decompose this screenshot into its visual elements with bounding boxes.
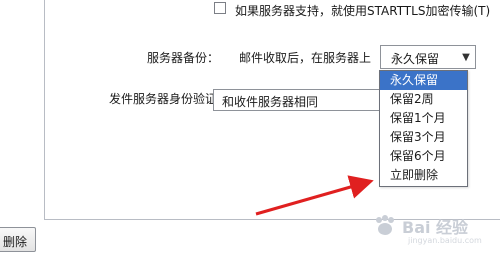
watermark-url: jingyan.baidu.com <box>408 236 482 245</box>
watermark-text: Bai 经验 <box>402 218 469 237</box>
paw-logo-icon <box>376 215 394 235</box>
baidu-jingyan-watermark: Bai 经验 jingyan.baidu.com <box>372 206 490 246</box>
